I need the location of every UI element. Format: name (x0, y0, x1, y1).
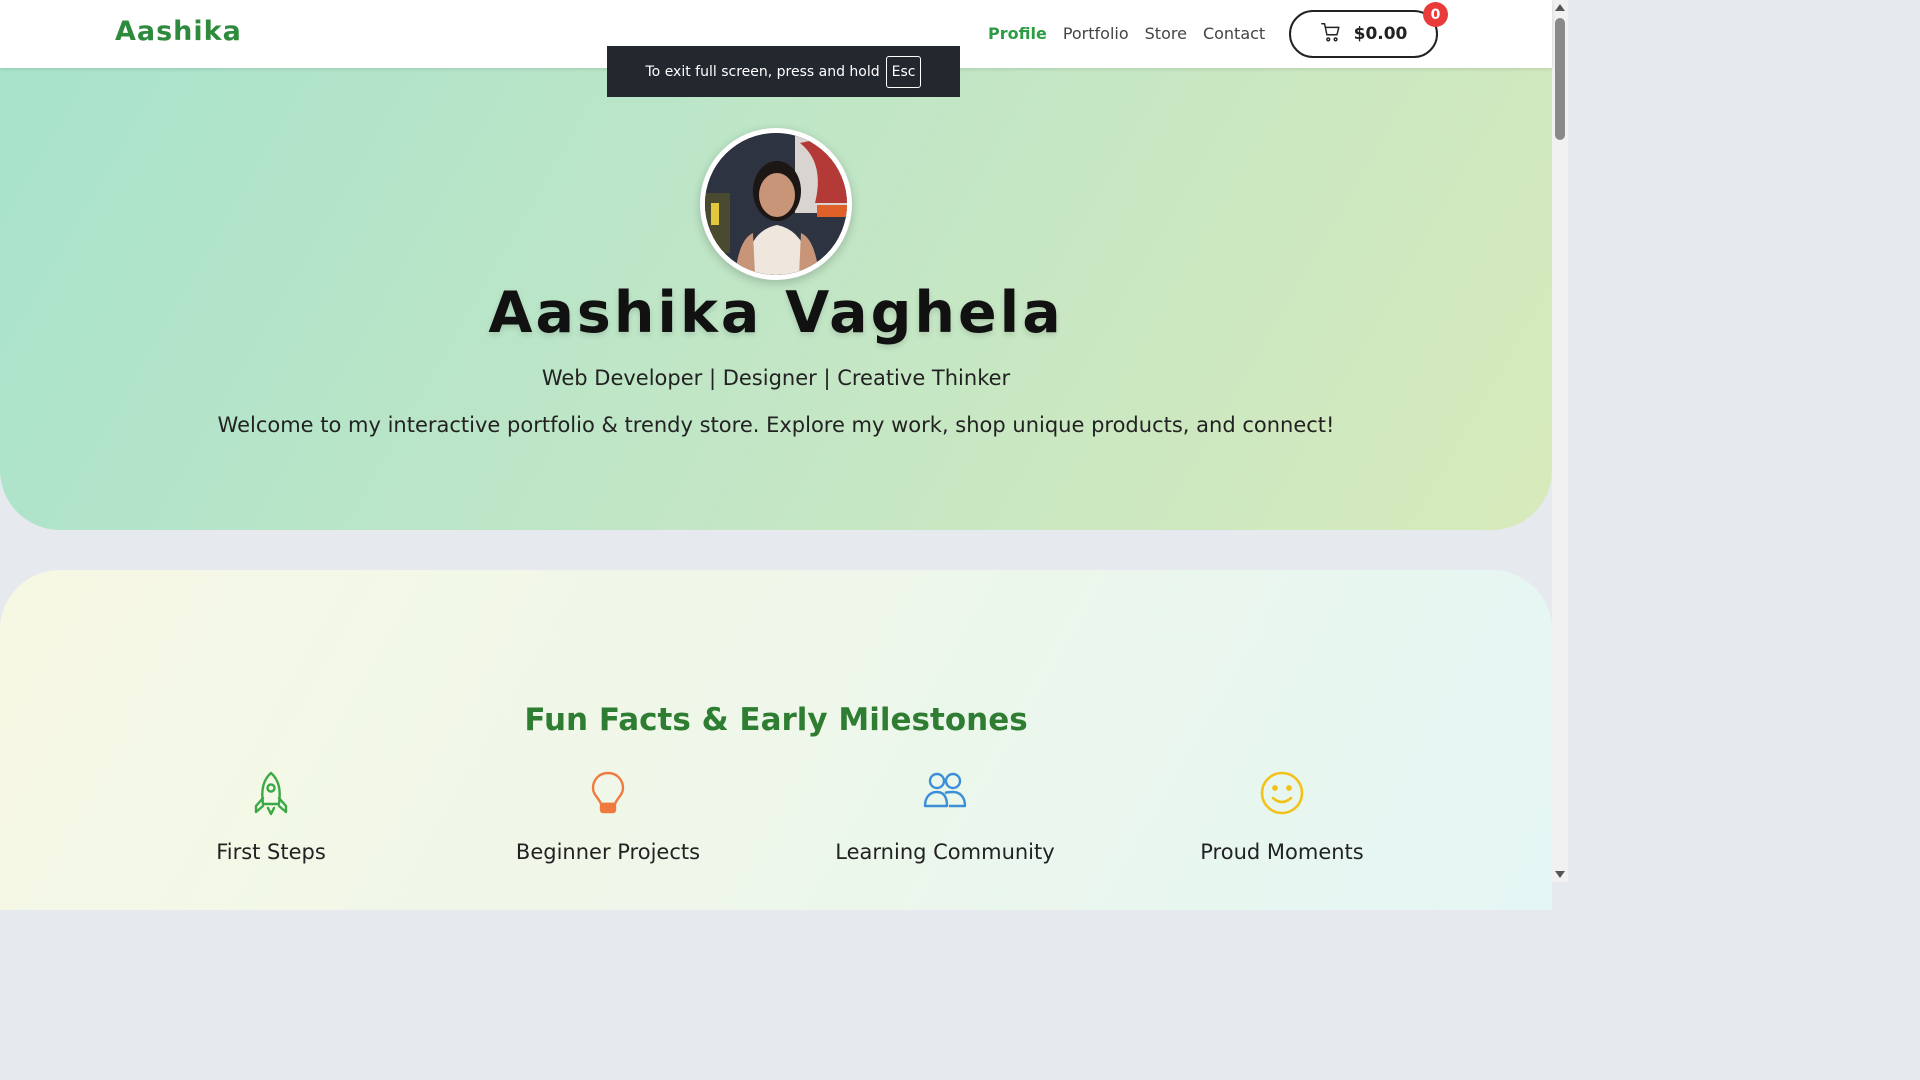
cart-button[interactable]: $0.00 0 (1289, 2, 1448, 58)
hero-description: Welcome to my interactive portfolio & tr… (217, 413, 1335, 437)
hero-name: Aashika Vaghela (488, 280, 1064, 346)
profile-avatar (700, 128, 852, 280)
scroll-up-arrow-icon[interactable] (1555, 4, 1565, 11)
smile-icon (1132, 770, 1432, 820)
nav-link-portfolio[interactable]: Portfolio (1063, 24, 1129, 43)
hero-subtitle: Web Developer | Designer | Creative Thin… (541, 366, 1011, 390)
page-scrollbar[interactable] (1552, 0, 1568, 882)
hero-section: Aashika Vaghela Web Developer | Designer… (0, 68, 1552, 530)
cart-icon (1320, 21, 1342, 47)
fact-card-first-steps: First Steps (121, 770, 421, 864)
fun-facts-section: Fun Facts & Early Milestones First Steps… (0, 570, 1552, 910)
users-icon (795, 770, 1095, 820)
nav-link-store[interactable]: Store (1145, 24, 1187, 43)
fullscreen-notice-text: To exit full screen, press and hold (645, 63, 880, 80)
profile-photo (705, 133, 847, 275)
esc-key-hint: Esc (885, 55, 922, 88)
nav-link-profile[interactable]: Profile (988, 24, 1047, 43)
fact-label: Beginner Projects (515, 840, 701, 864)
fact-label: Learning Community (835, 840, 1055, 864)
fact-label: Proud Moments (1200, 840, 1364, 864)
site-logo[interactable]: Aashika (115, 16, 242, 47)
nav-link-contact[interactable]: Contact (1203, 24, 1265, 43)
fact-card-learning-community: Learning Community (795, 770, 1095, 864)
section-title: Fun Facts & Early Milestones (524, 702, 1028, 738)
scroll-down-arrow-icon[interactable] (1555, 871, 1565, 878)
rocket-icon (121, 770, 421, 820)
lightbulb-icon (458, 770, 758, 820)
cart-total: $0.00 (1353, 24, 1408, 44)
main-nav: Profile Portfolio Store Contact (988, 24, 1281, 43)
fullscreen-exit-notice: To exit full screen, press and hold Esc (607, 46, 960, 97)
fact-card-proud-moments: Proud Moments (1132, 770, 1432, 864)
fact-label: First Steps (216, 840, 326, 864)
cart-count-badge: 0 (1423, 2, 1448, 27)
fact-card-beginner-projects: Beginner Projects (458, 770, 758, 864)
scrollbar-thumb[interactable] (1555, 18, 1565, 140)
